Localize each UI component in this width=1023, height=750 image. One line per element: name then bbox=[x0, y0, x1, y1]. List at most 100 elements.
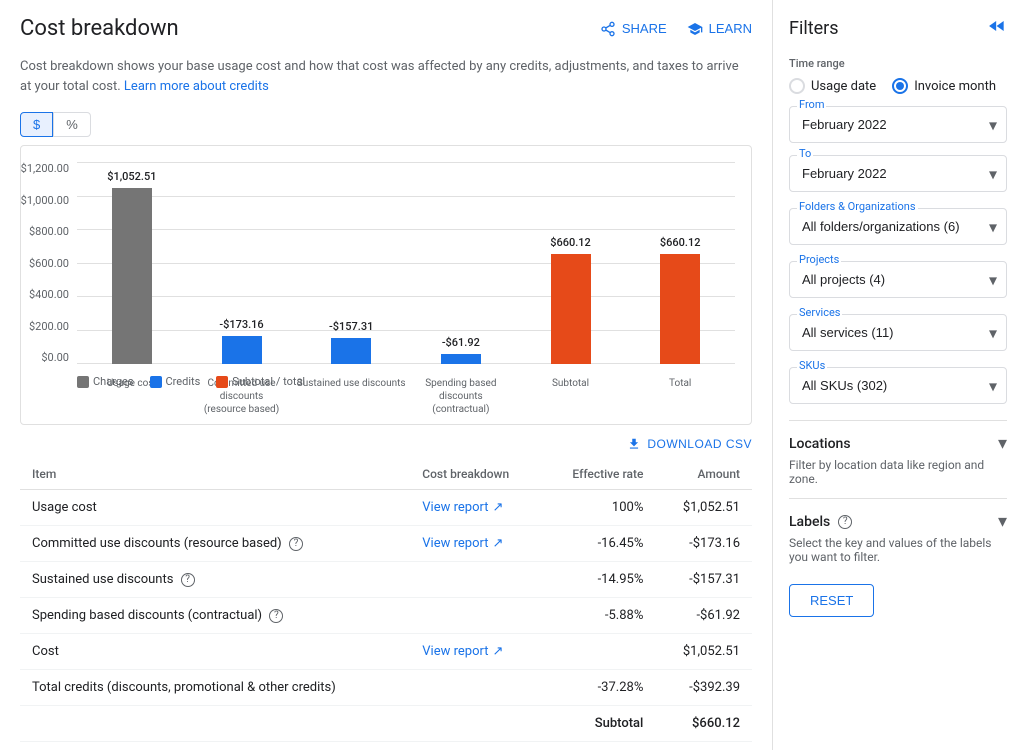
folders-select[interactable]: All folders/organizations (6) bbox=[789, 208, 1007, 245]
currency-tabs: $ % bbox=[20, 112, 752, 137]
legend-subtotal-total: Subtotal / total bbox=[216, 375, 305, 388]
time-range-label: Time range bbox=[789, 57, 1007, 70]
help-icon-spending[interactable]: ? bbox=[269, 609, 283, 623]
legend-charges-dot bbox=[77, 376, 89, 388]
dollar-tab[interactable]: $ bbox=[20, 112, 53, 137]
labels-header[interactable]: Labels ? ▾ bbox=[789, 511, 1007, 532]
subtotal-empty-2 bbox=[410, 706, 542, 742]
table-row: Spending based discounts (contractual) ?… bbox=[20, 598, 752, 634]
locations-title: Locations bbox=[789, 436, 851, 452]
filters-sidebar: Filters Time range Usage date Invoice mo… bbox=[773, 0, 1023, 750]
share-button[interactable]: SHARE bbox=[600, 21, 667, 37]
table-row: Sustained use discounts ? -14.95% -$157.… bbox=[20, 562, 752, 598]
from-select[interactable]: February 2022 bbox=[789, 106, 1007, 143]
header-actions: SHARE LEARN bbox=[600, 21, 752, 37]
collapse-filters-button[interactable] bbox=[987, 16, 1007, 41]
help-icon-sustained[interactable]: ? bbox=[181, 573, 195, 587]
locations-chevron-icon: ▾ bbox=[998, 433, 1007, 454]
locations-header[interactable]: Locations ▾ bbox=[789, 433, 1007, 454]
folders-label: Folders & Organizations bbox=[797, 200, 918, 213]
item-usage-cost: Usage cost bbox=[20, 490, 410, 526]
percent-tab[interactable]: % bbox=[53, 112, 91, 137]
services-select[interactable]: All services (11) bbox=[789, 314, 1007, 351]
cb-committed: View report ↗ bbox=[410, 526, 542, 562]
labels-help-icon[interactable]: ? bbox=[838, 515, 852, 529]
skus-select[interactable]: All SKUs (302) bbox=[789, 367, 1007, 404]
skus-select-wrapper: SKUs All SKUs (302) ▾ bbox=[789, 367, 1007, 404]
learn-label: LEARN bbox=[709, 21, 752, 36]
cb-sustained bbox=[410, 562, 542, 598]
external-link-icon: ↗ bbox=[492, 536, 503, 551]
subtotal-amount: $660.12 bbox=[655, 706, 752, 742]
services-label: Services bbox=[797, 306, 842, 319]
download-icon bbox=[627, 437, 641, 451]
help-icon-committed[interactable]: ? bbox=[289, 537, 303, 551]
bar-spending-rect: -$61.92 bbox=[441, 354, 481, 364]
radio-invoice-month[interactable]: Invoice month bbox=[892, 78, 996, 94]
chart-legend: Charges Credits Subtotal / total bbox=[77, 375, 305, 388]
filters-header: Filters bbox=[789, 16, 1007, 41]
description: Cost breakdown shows your base usage cos… bbox=[20, 57, 752, 96]
total-label: Total bbox=[542, 742, 655, 750]
bar-value-committed: -$173.16 bbox=[219, 318, 263, 331]
share-label: SHARE bbox=[622, 21, 667, 36]
bar-total-rect: $660.12 bbox=[660, 254, 700, 364]
to-label: To bbox=[797, 147, 813, 160]
table-row: Total credits (discounts, promotional & … bbox=[20, 670, 752, 706]
bar-committed-use: -$173.16 bbox=[187, 336, 297, 364]
bar-value-subtotal: $660.12 bbox=[550, 236, 591, 249]
chart-y-axis: $1,200.00 $1,000.00 $800.00 $600.00 $400… bbox=[21, 162, 77, 364]
radio-dot-invoice bbox=[896, 82, 904, 90]
bar-usage-cost-rect: $1,052.51 bbox=[112, 188, 152, 364]
learn-button[interactable]: LEARN bbox=[687, 21, 752, 37]
labels-chevron-icon: ▾ bbox=[998, 511, 1007, 532]
projects-select-wrapper: Projects All projects (4) ▾ bbox=[789, 261, 1007, 298]
item-spending: Spending based discounts (contractual) ? bbox=[20, 598, 410, 634]
item-total-credits: Total credits (discounts, promotional & … bbox=[20, 670, 410, 706]
projects-select[interactable]: All projects (4) bbox=[789, 261, 1007, 298]
radio-group-time: Usage date Invoice month bbox=[789, 78, 1007, 94]
time-range-section: Time range Usage date Invoice month From… bbox=[789, 57, 1007, 192]
item-cost: Cost bbox=[20, 634, 410, 670]
cb-cost: View report ↗ bbox=[410, 634, 542, 670]
er-spending: -5.88% bbox=[542, 598, 655, 634]
er-cost bbox=[542, 634, 655, 670]
col-item: Item bbox=[20, 459, 410, 490]
download-label: DOWNLOAD CSV bbox=[647, 437, 752, 451]
item-committed: Committed use discounts (resource based)… bbox=[20, 526, 410, 562]
projects-section: Projects All projects (4) ▾ bbox=[789, 261, 1007, 298]
locations-section: Locations ▾ Filter by location data like… bbox=[789, 420, 1007, 486]
radio-usage-date[interactable]: Usage date bbox=[789, 78, 876, 94]
view-report-committed[interactable]: View report ↗ bbox=[422, 536, 503, 551]
from-select-wrapper: From February 2022 ▾ bbox=[789, 106, 1007, 143]
bar-value-spending: -$61.92 bbox=[442, 336, 480, 349]
y-label-1000: $1,000.00 bbox=[21, 194, 69, 207]
cb-total-credits bbox=[410, 670, 542, 706]
radio-usage-label: Usage date bbox=[811, 79, 876, 94]
from-label: From bbox=[797, 98, 826, 111]
radio-circle-invoice bbox=[892, 78, 908, 94]
y-label-1200: $1,200.00 bbox=[21, 162, 69, 175]
bar-usage-cost: $1,052.51 bbox=[77, 188, 187, 364]
amt-sustained: -$157.31 bbox=[655, 562, 752, 598]
bar-value-total: $660.12 bbox=[660, 236, 701, 249]
y-label-800: $800.00 bbox=[29, 225, 69, 238]
view-report-cost[interactable]: View report ↗ bbox=[422, 644, 503, 659]
learn-more-link[interactable]: Learn more about credits bbox=[124, 79, 269, 94]
labels-desc: Select the key and values of the labels … bbox=[789, 536, 1007, 564]
col-effective-rate: Effective rate bbox=[542, 459, 655, 490]
legend-credits-dot bbox=[150, 376, 162, 388]
bar-spending-based: -$61.92 bbox=[406, 354, 516, 364]
bar-subtotal-rect: $660.12 bbox=[551, 254, 591, 364]
download-csv-button[interactable]: DOWNLOAD CSV bbox=[627, 437, 752, 451]
download-row: DOWNLOAD CSV bbox=[20, 437, 752, 451]
reset-button[interactable]: RESET bbox=[789, 584, 874, 617]
amt-spending: -$61.92 bbox=[655, 598, 752, 634]
learn-icon bbox=[687, 21, 703, 37]
view-report-usage[interactable]: View report ↗ bbox=[422, 500, 503, 515]
data-table: Item Cost breakdown Effective rate Amoun… bbox=[20, 459, 752, 750]
to-select[interactable]: February 2022 bbox=[789, 155, 1007, 192]
y-label-200: $200.00 bbox=[29, 320, 69, 333]
x-label-total: Total bbox=[625, 377, 735, 416]
amt-total-credits: -$392.39 bbox=[655, 670, 752, 706]
